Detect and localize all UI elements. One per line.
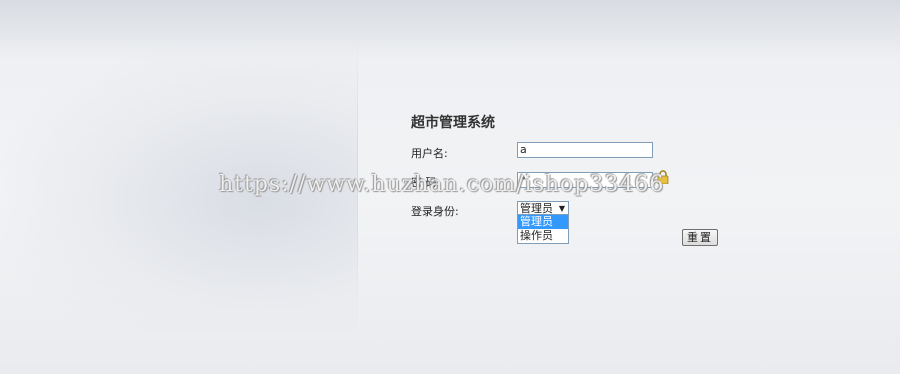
watermark: https://www.huzhan.com/ishop33466: [219, 172, 665, 197]
role-dropdown: 管理员 操作员: [517, 214, 569, 244]
username-label: 用户名:: [411, 147, 448, 160]
role-label: 登录身份:: [411, 205, 459, 218]
page-title: 超市管理系统: [411, 115, 495, 131]
reset-button[interactable]: 重置: [682, 229, 718, 246]
role-option-operator[interactable]: 操作员: [518, 229, 568, 243]
role-option-admin[interactable]: 管理员: [518, 215, 568, 229]
username-input[interactable]: a: [517, 142, 653, 158]
